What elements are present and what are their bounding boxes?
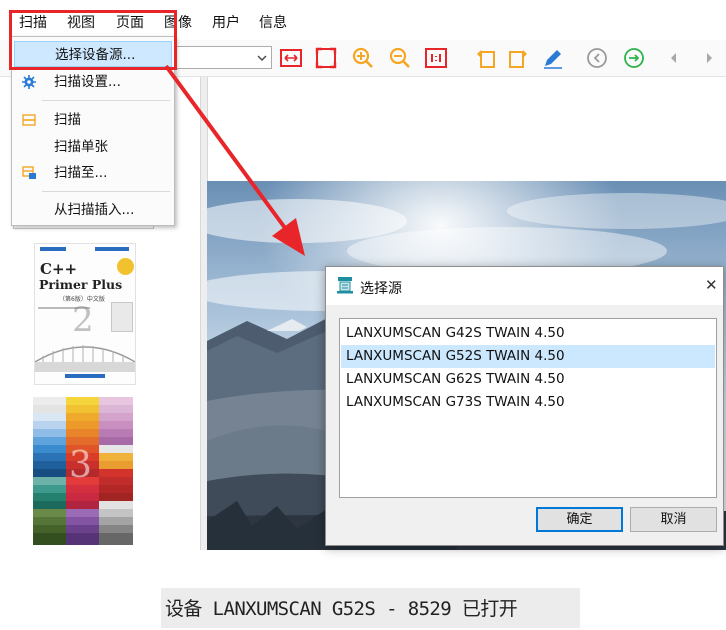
scan-icon	[22, 114, 36, 126]
menu-item-label: 从扫描插入...	[54, 202, 135, 218]
publisher-logo	[40, 247, 66, 251]
menu-item-scan[interactable]: 扫描	[12, 107, 174, 133]
rotate-left-icon[interactable]	[474, 46, 498, 70]
ok-button[interactable]: 确定	[536, 507, 623, 532]
rotate-right-icon[interactable]	[506, 46, 530, 70]
menu-separator	[42, 100, 170, 101]
actual-size-icon[interactable]	[424, 46, 448, 70]
scanner-app-icon	[337, 277, 353, 294]
annotation-arrow	[164, 64, 305, 256]
edit-pen-icon[interactable]	[541, 46, 565, 70]
menu-item-scan-single[interactable]: 扫描单张	[12, 134, 174, 160]
menu-item-label: 扫描至...	[54, 165, 108, 181]
zoom-out-icon[interactable]	[388, 46, 412, 70]
zoom-in-icon[interactable]	[351, 46, 375, 70]
menu-info[interactable]: 信息	[254, 12, 292, 34]
status-bar: 设备 LANXUMSCAN G52S - 8529 已打开	[161, 588, 580, 628]
book-mini-cover	[111, 302, 133, 332]
status-message: 设备 LANXUMSCAN G52S - 8529 已打开	[165, 598, 518, 620]
menu-separator	[42, 191, 170, 192]
previous-circle-icon[interactable]	[585, 46, 609, 70]
source-list[interactable]: LANXUMSCAN G42S TWAIN 4.50 LANXUMSCAN G5…	[339, 318, 717, 498]
thumbnail-page-2[interactable]: C++ Primer Plus （第6版）中文版 2	[34, 243, 136, 385]
menu-user[interactable]: 用户	[207, 12, 245, 34]
next-circle-icon[interactable]	[622, 46, 646, 70]
gear-icon	[22, 75, 36, 89]
cancel-button[interactable]: 取消	[630, 507, 717, 532]
menu-item-scan-to[interactable]: 扫描至...	[12, 160, 174, 186]
book-title-line2: Primer Plus	[39, 277, 123, 292]
close-icon[interactable]: ✕	[705, 276, 718, 294]
page-number-3: 3	[69, 445, 92, 486]
badge-seal	[117, 258, 134, 275]
menu-item-label: 扫描设置...	[54, 74, 121, 90]
highlight-box	[9, 10, 177, 70]
menu-item-scan-settings[interactable]: 扫描设置...	[12, 69, 174, 95]
source-list-item-selected[interactable]: LANXUMSCAN G52S TWAIN 4.50	[341, 345, 715, 368]
dialog-title: 选择源	[360, 281, 402, 297]
scan-to-icon	[22, 166, 36, 179]
dialog-titlebar: 选择源 ✕	[326, 267, 723, 305]
select-source-dialog: 选择源 ✕ LANXUMSCAN G42S TWAIN 4.50 LANXUMS…	[325, 266, 724, 546]
next-arrow-icon[interactable]	[697, 46, 721, 70]
bridge-illustration	[35, 345, 135, 372]
menu-item-label: 扫描	[54, 112, 81, 128]
book-title-line1: C++	[40, 260, 78, 278]
source-list-item[interactable]: LANXUMSCAN G62S TWAIN 4.50	[341, 368, 715, 391]
publisher-footer	[65, 374, 105, 378]
series-logo	[95, 247, 129, 251]
menu-item-label: 扫描单张	[54, 139, 108, 155]
prev-arrow-icon[interactable]	[662, 46, 686, 70]
thumbnail-page-3[interactable]: 3	[33, 397, 133, 545]
source-list-item[interactable]: LANXUMSCAN G73S TWAIN 4.50	[341, 391, 715, 414]
menu-item-insert-from-scan[interactable]: 从扫描插入...	[12, 197, 174, 223]
source-list-item[interactable]: LANXUMSCAN G42S TWAIN 4.50	[341, 322, 715, 345]
